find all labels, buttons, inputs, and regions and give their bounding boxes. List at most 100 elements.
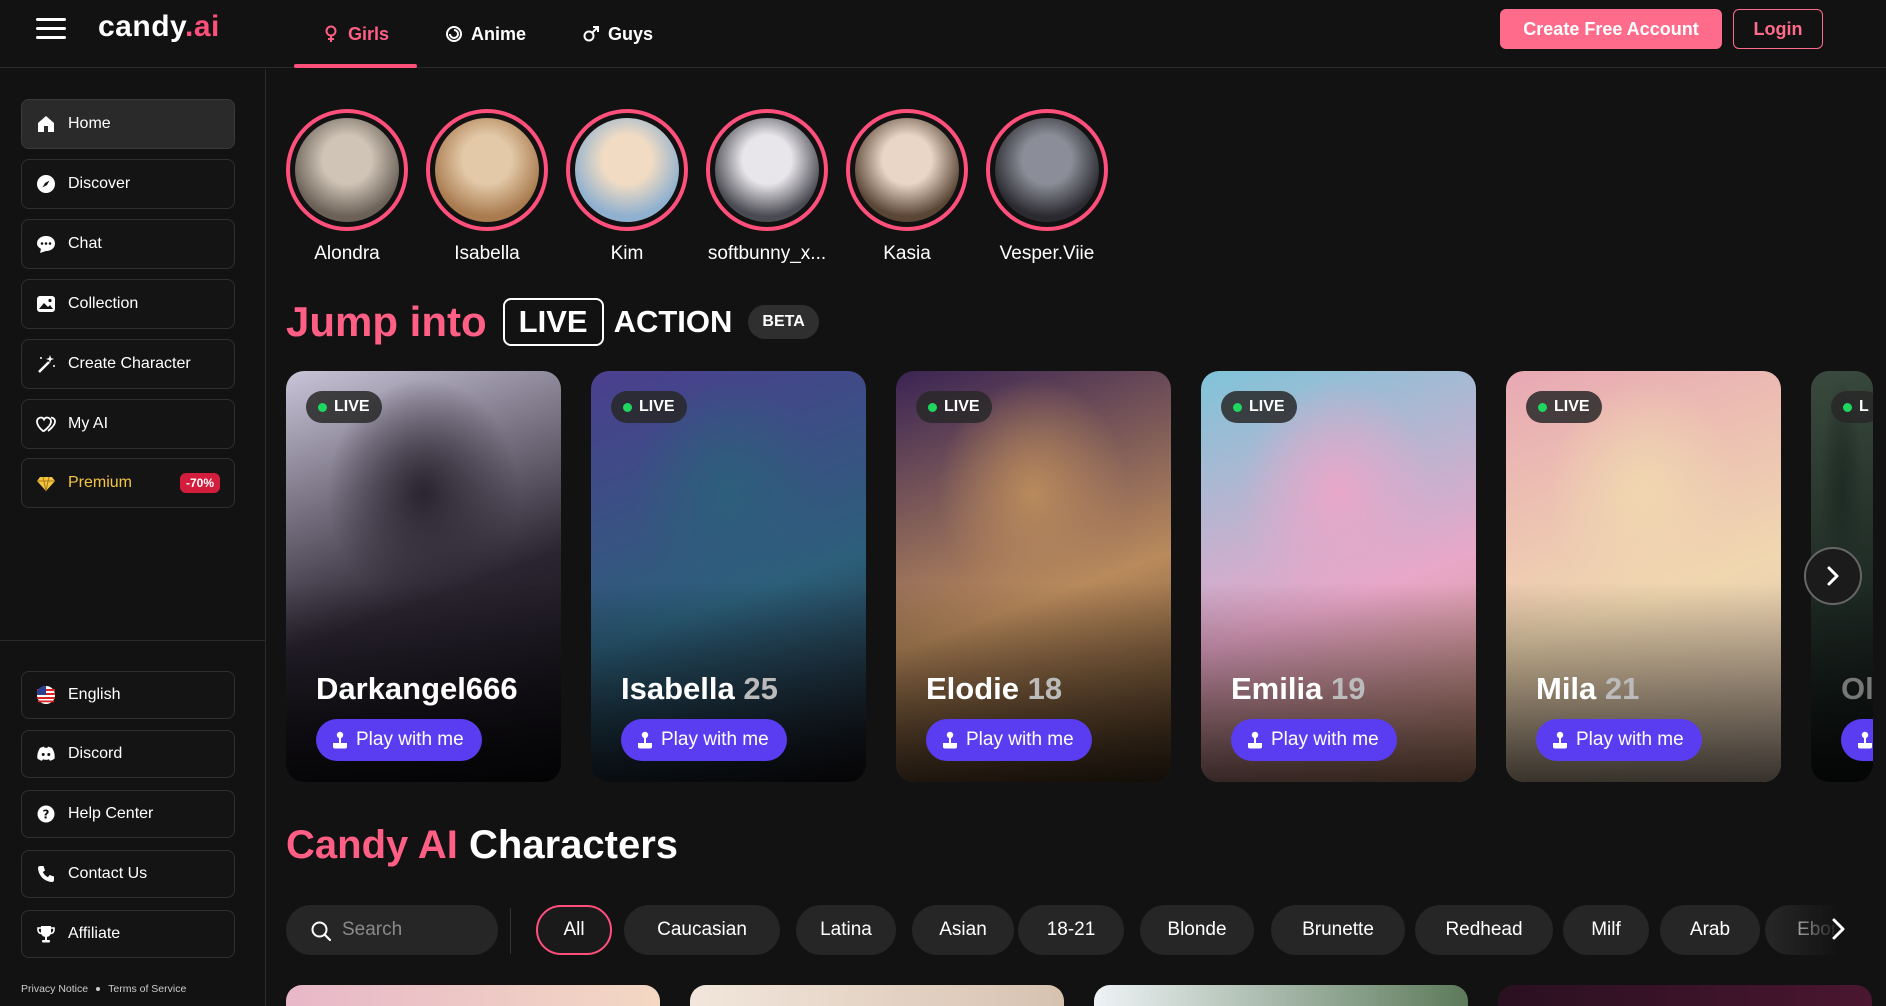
sidebar-item-label: Collection bbox=[68, 295, 139, 312]
sidebar-item-my-ai[interactable]: My AI bbox=[21, 399, 235, 449]
story-avatar[interactable]: softbunny_x... bbox=[706, 109, 828, 265]
sidebar-item-label: Contact Us bbox=[68, 865, 148, 882]
character-name: Emilia bbox=[1231, 671, 1323, 706]
filter-chip[interactable]: All bbox=[536, 905, 612, 955]
joystick-icon bbox=[1248, 731, 1262, 749]
joystick-icon bbox=[333, 731, 347, 749]
filter-chip[interactable]: Latina bbox=[796, 905, 896, 955]
sidebar-item-label: Discord bbox=[68, 745, 123, 762]
play-with-me-button[interactable]: Play with me bbox=[1231, 719, 1397, 761]
sidebar-item-create-character[interactable]: Create Character bbox=[21, 339, 235, 389]
character-age: 21 bbox=[1604, 671, 1640, 706]
live-character-card[interactable]: LIVE Darkangel666 Play with me bbox=[286, 371, 561, 782]
filter-chip[interactable]: Milf bbox=[1563, 905, 1649, 955]
chevron-right-icon[interactable] bbox=[1826, 914, 1852, 944]
logo[interactable]: candy.ai bbox=[98, 10, 220, 44]
menu-icon[interactable] bbox=[36, 18, 66, 40]
live-character-card[interactable]: LIVE Elodie 18 Play with me bbox=[896, 371, 1171, 782]
play-with-me-button[interactable]: Play with me bbox=[621, 719, 787, 761]
play-label: Play with me bbox=[356, 729, 464, 750]
story-ring bbox=[846, 109, 968, 231]
discord-icon bbox=[36, 744, 56, 764]
logo-text: candy bbox=[98, 10, 185, 43]
avatar bbox=[295, 118, 399, 222]
image-icon bbox=[36, 294, 56, 314]
story-name: softbunny_x... bbox=[707, 243, 827, 264]
sidebar-item-label: Premium bbox=[68, 474, 133, 491]
character-card-preview[interactable] bbox=[286, 985, 660, 1006]
story-name: Vesper.Viie bbox=[999, 243, 1095, 264]
tab-girls[interactable]: Girls bbox=[294, 0, 418, 68]
live-character-card[interactable]: LIVE Mila 21 Play with me bbox=[1506, 371, 1781, 782]
characters-title-accent: Candy AI bbox=[286, 823, 458, 867]
sidebar-item-language[interactable]: English bbox=[21, 671, 235, 719]
story-ring bbox=[706, 109, 828, 231]
login-button[interactable]: Login bbox=[1733, 9, 1823, 49]
character-card-preview[interactable] bbox=[690, 985, 1064, 1006]
sidebar-item-affiliate[interactable]: Affiliate bbox=[21, 910, 235, 958]
avatar bbox=[995, 118, 1099, 222]
character-age: 19 bbox=[1330, 671, 1366, 706]
separator-dot bbox=[96, 987, 101, 991]
hearts-icon bbox=[36, 414, 56, 434]
sidebar-item-discover[interactable]: Discover bbox=[21, 159, 235, 209]
story-name: Kim bbox=[610, 243, 644, 264]
character-name: Mila bbox=[1536, 671, 1597, 706]
character-card-preview[interactable] bbox=[1498, 985, 1872, 1006]
story-avatar[interactable]: Vesper.Viie bbox=[986, 109, 1108, 265]
joystick-icon bbox=[943, 731, 957, 749]
live-character-card[interactable]: LIVE Isabella 25 Play with me bbox=[591, 371, 866, 782]
filter-chip[interactable]: 18-21 bbox=[1018, 905, 1124, 955]
sidebar-item-help-center[interactable]: ? Help Center bbox=[21, 790, 235, 838]
legal-links: Privacy Notice Terms of Service bbox=[21, 983, 186, 995]
tab-guys[interactable]: Guys bbox=[554, 0, 681, 68]
male-icon bbox=[583, 26, 600, 42]
chat-bubble-icon bbox=[36, 234, 56, 254]
play-label: Play with me bbox=[661, 729, 769, 750]
story-name: Alondra bbox=[314, 243, 380, 264]
live-action-heading: Jump into LIVE ACTION BETA bbox=[286, 293, 819, 351]
anime-swirl-icon bbox=[446, 26, 463, 42]
filter-chip[interactable]: Asian bbox=[912, 905, 1014, 955]
sidebar-item-premium[interactable]: Premium -70% bbox=[21, 458, 235, 508]
joystick-icon bbox=[638, 731, 652, 749]
character-age: 18 bbox=[1027, 671, 1063, 706]
filter-divider bbox=[510, 908, 511, 954]
sidebar-item-label: Home bbox=[68, 115, 111, 132]
character-card-preview[interactable] bbox=[1094, 985, 1468, 1006]
trophy-icon bbox=[36, 924, 56, 944]
filter-chip[interactable]: Arab bbox=[1660, 905, 1760, 955]
avatar bbox=[855, 118, 959, 222]
sidebar-item-chat[interactable]: Chat bbox=[21, 219, 235, 269]
carousel-next-button[interactable] bbox=[1804, 547, 1862, 605]
phone-icon bbox=[36, 864, 56, 884]
story-avatar[interactable]: Alondra bbox=[286, 109, 408, 265]
story-avatar[interactable]: Isabella bbox=[426, 109, 548, 265]
filter-chip[interactable]: Redhead bbox=[1415, 905, 1553, 955]
joystick-icon bbox=[1553, 731, 1567, 749]
filter-chip[interactable]: Brunette bbox=[1271, 905, 1405, 955]
sidebar-item-contact-us[interactable]: Contact Us bbox=[21, 850, 235, 898]
play-with-me-button[interactable]: Play with me bbox=[316, 719, 482, 761]
play-with-me-button[interactable]: Play with me bbox=[1536, 719, 1702, 761]
filter-chip[interactable]: Blonde bbox=[1140, 905, 1254, 955]
discount-badge: -70% bbox=[179, 473, 220, 493]
tab-anime[interactable]: Anime bbox=[417, 0, 554, 68]
privacy-link[interactable]: Privacy Notice bbox=[21, 983, 88, 995]
character-name-line: Elodie 18 bbox=[926, 671, 1062, 707]
sidebar-item-home[interactable]: Home bbox=[21, 99, 235, 149]
sidebar-item-discord[interactable]: Discord bbox=[21, 730, 235, 778]
story-avatar[interactable]: Kim bbox=[566, 109, 688, 265]
create-account-button[interactable]: Create Free Account bbox=[1500, 9, 1722, 49]
character-name-line: Emilia 19 bbox=[1231, 671, 1365, 707]
play-with-me-button[interactable]: Play with me bbox=[926, 719, 1092, 761]
terms-link[interactable]: Terms of Service bbox=[108, 983, 186, 995]
filter-chip[interactable]: Caucasian bbox=[624, 905, 780, 955]
sidebar-item-collection[interactable]: Collection bbox=[21, 279, 235, 329]
live-character-card[interactable]: LIVE Emilia 19 Play with me bbox=[1201, 371, 1476, 782]
female-icon bbox=[325, 25, 337, 42]
story-avatar[interactable]: Kasia bbox=[846, 109, 968, 265]
sidebar: Home Discover Chat Collection Create Cha… bbox=[0, 69, 266, 1006]
characters-title-rest: Characters bbox=[469, 823, 679, 867]
search-input[interactable] bbox=[342, 919, 472, 941]
